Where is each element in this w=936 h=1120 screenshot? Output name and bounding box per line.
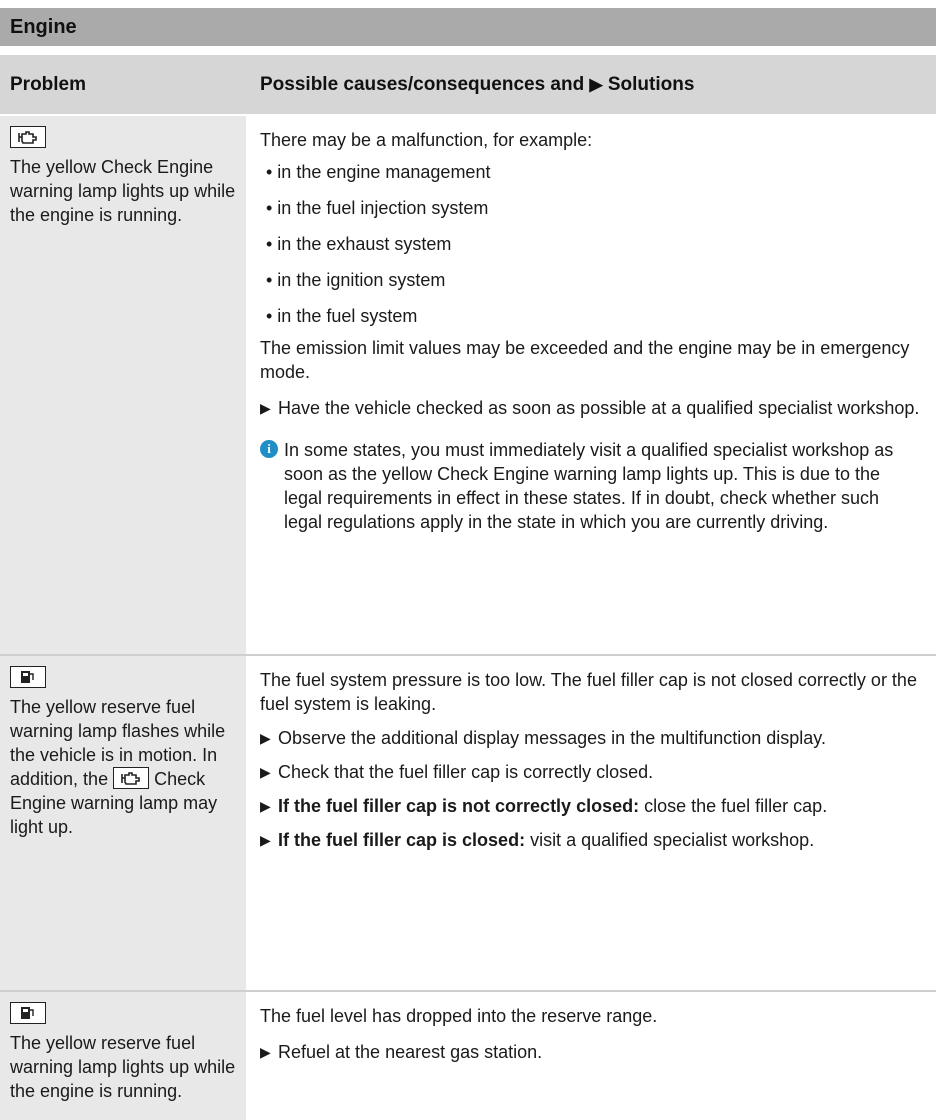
- solution-step: ▶ If the fuel filler cap is closed: visi…: [260, 828, 922, 852]
- solution-step: ▶ Have the vehicle checked as soon as po…: [260, 396, 922, 420]
- list-item: • in the engine management: [266, 162, 491, 182]
- reserve-fuel-icon: [10, 666, 46, 688]
- step-condition: If the fuel filler cap is not correctly …: [278, 796, 640, 816]
- step-arrow-icon: ▶: [260, 400, 271, 416]
- manual-page: Engine Problem Possible causes/consequen…: [0, 0, 936, 1120]
- problem-text: The yellow reserve fuel warning lamp fla…: [10, 695, 236, 839]
- list-item: • in the exhaust system: [266, 234, 452, 254]
- step-condition: If the fuel filler cap is closed:: [278, 830, 526, 850]
- section-title: Engine: [0, 8, 936, 46]
- step-text: Observe the additional display messages …: [278, 728, 826, 748]
- check-engine-icon: [10, 126, 46, 148]
- cause-intro: The fuel level has dropped into the rese…: [260, 1006, 658, 1026]
- table-header: Problem Possible causes/consequences and…: [0, 55, 936, 115]
- step-text: visit a qualified specialist workshop.: [525, 830, 815, 850]
- problem-cell: The yellow reserve fuel warning lamp fla…: [0, 656, 246, 990]
- step-arrow-icon: ▶: [260, 1044, 271, 1060]
- list-item: • in the fuel system: [266, 306, 418, 326]
- info-note: i In some states, you must immediately v…: [260, 438, 922, 534]
- reserve-fuel-icon: [10, 1002, 46, 1024]
- list-item: • in the ignition system: [266, 270, 446, 290]
- table-row: The yellow Check Engine warning lamp lig…: [0, 116, 936, 654]
- problem-text: The yellow Check Engine warning lamp lig…: [10, 157, 236, 225]
- info-text: In some states, you must immediately vis…: [284, 440, 894, 532]
- causes-cell: There may be a malfunction, for example:…: [260, 128, 922, 534]
- solution-step: ▶ Check that the fuel filler cap is corr…: [260, 760, 922, 784]
- step-arrow-icon: ▶: [260, 832, 271, 848]
- solution-step: ▶ If the fuel filler cap is not correctl…: [260, 794, 922, 818]
- problem-text: The yellow reserve fuel warning lamp lig…: [10, 1033, 236, 1101]
- causes-header-prefix: Possible causes/consequences and: [260, 74, 585, 95]
- causes-header-suffix: Solutions: [607, 74, 695, 95]
- list-item: • in the fuel injection system: [266, 198, 489, 218]
- causes-column-header: Possible causes/consequences and ▶ Solut…: [260, 55, 694, 115]
- problem-column-header: Problem: [10, 74, 87, 95]
- problem-cell: The yellow reserve fuel warning lamp lig…: [0, 992, 246, 1120]
- cause-intro: There may be a malfunction, for example:: [260, 130, 593, 150]
- step-arrow-icon: ▶: [260, 730, 271, 746]
- solution-arrow-icon: ▶: [589, 75, 603, 94]
- step-text: Refuel at the nearest gas station.: [278, 1042, 543, 1062]
- table-row: The yellow reserve fuel warning lamp fla…: [0, 656, 936, 990]
- solution-step: ▶ Refuel at the nearest gas station.: [260, 1040, 922, 1064]
- step-text: Have the vehicle checked as soon as poss…: [278, 398, 920, 418]
- info-icon: i: [260, 440, 278, 458]
- consequence-text: The emission limit values may be exceede…: [260, 338, 910, 382]
- check-engine-icon: [113, 767, 150, 789]
- table-row: The yellow reserve fuel warning lamp lig…: [0, 992, 936, 1120]
- problem-cell: The yellow Check Engine warning lamp lig…: [0, 116, 246, 654]
- causes-cell: The fuel system pressure is too low. The…: [260, 668, 922, 862]
- step-arrow-icon: ▶: [260, 764, 271, 780]
- cause-intro: The fuel system pressure is too low. The…: [260, 670, 917, 714]
- causes-cell: The fuel level has dropped into the rese…: [260, 1004, 922, 1074]
- step-text: Check that the fuel filler cap is correc…: [278, 762, 654, 782]
- step-arrow-icon: ▶: [260, 798, 271, 814]
- step-text: close the fuel filler cap.: [639, 796, 828, 816]
- solution-step: ▶ Observe the additional display message…: [260, 726, 922, 750]
